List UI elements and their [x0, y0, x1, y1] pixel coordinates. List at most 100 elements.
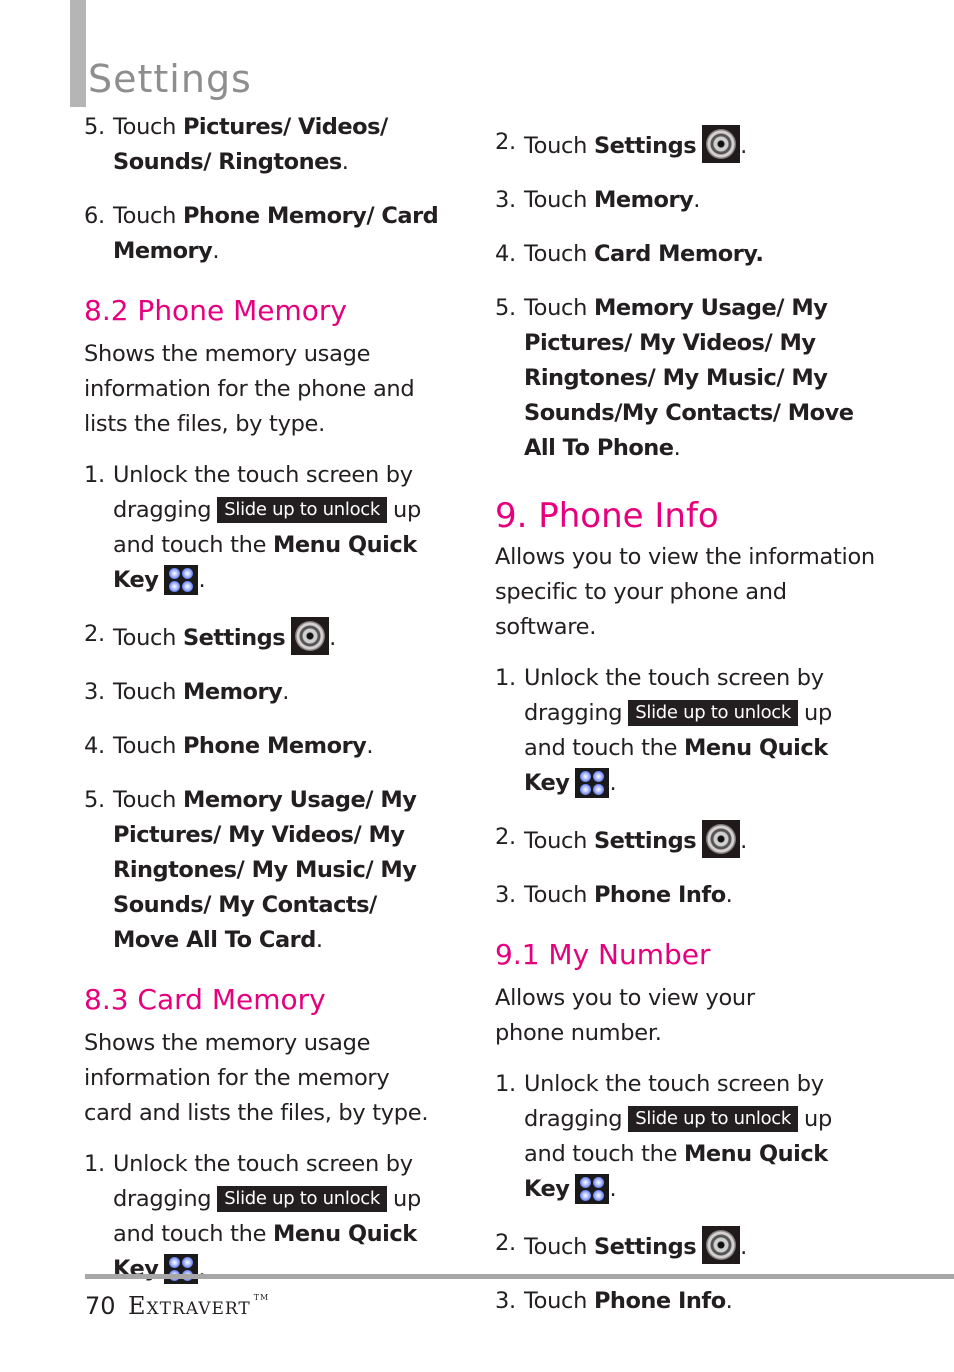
section-tab-bar — [70, 0, 86, 107]
step-text: Touch — [524, 187, 594, 213]
step-text: Touch — [524, 882, 594, 908]
step-text: Touch — [113, 679, 183, 705]
heading-phone-info: 9. Phone Info — [495, 496, 719, 536]
step-number: 6. — [84, 203, 105, 229]
step: 2. Touch Settings. — [84, 617, 464, 656]
menu-path: Settings — [182, 625, 286, 651]
step: 1. Unlock the touch screen by dragging Sli… — [84, 1147, 464, 1287]
step-text: Touch — [524, 133, 594, 159]
heading-my-number: 9.1 My Number — [495, 938, 711, 971]
step: 2. Touch Settings. — [495, 125, 875, 164]
brand-name: Extravert TM — [128, 1292, 269, 1320]
punct: . — [673, 435, 681, 461]
step-number: 5. — [84, 787, 105, 813]
slide-to-unlock-badge: Slide up to unlock — [217, 1186, 388, 1212]
step: 1. Unlock the touch screen by dragging Sli… — [495, 661, 875, 801]
slide-to-unlock-badge: Slide up to unlock — [628, 700, 799, 726]
punct: . — [609, 1176, 617, 1202]
step-text: Touch — [524, 1234, 594, 1260]
step-text: Touch — [113, 733, 183, 759]
step-number: 3. — [495, 1288, 516, 1314]
step: 4. Touch Card Memory. — [495, 237, 875, 272]
punct: . — [609, 770, 617, 796]
step-number: 1. — [84, 462, 105, 488]
menu-quick-key-icon — [164, 565, 199, 595]
step-number: 2. — [84, 621, 105, 647]
step-number: 3. — [84, 679, 105, 705]
trademark-symbol: TM — [253, 1293, 270, 1302]
step: 2. Touch Settings. — [495, 1226, 875, 1265]
punct: . — [282, 679, 290, 705]
punct: . — [740, 1234, 748, 1260]
step-number: 2. — [495, 129, 516, 155]
menu-quick-key-icon — [575, 1174, 610, 1204]
right-column: 2. Touch Settings. 3. Touch Memory. 4. Touc… — [495, 125, 875, 1319]
punct: . — [740, 133, 748, 159]
step-number: 1. — [84, 1151, 105, 1177]
menu-quick-key-icon — [575, 768, 610, 798]
step-text: Touch — [524, 1288, 594, 1314]
slide-to-unlock-badge: Slide up to unlock — [217, 497, 388, 523]
punct: . — [329, 625, 337, 651]
step-number: 5. — [495, 295, 516, 321]
punct: . — [725, 882, 733, 908]
step: 1. Unlock the touch screen by dragging Sli… — [495, 1067, 875, 1207]
step: 5. Touch Memory Usage/ My Pictures/ My Vi… — [495, 291, 875, 466]
step-number: 3. — [495, 187, 516, 213]
punct: . — [725, 1288, 733, 1314]
step-text: Touch — [113, 114, 183, 140]
menu-path: Phone Memory — [182, 733, 367, 759]
menu-path: Phone Info — [593, 882, 726, 908]
step-number: 4. — [495, 241, 516, 267]
heading-phone-memory: 8.2 Phone Memory — [84, 294, 347, 327]
menu-path: Phone Info — [593, 1288, 726, 1314]
step-text: Touch — [113, 203, 183, 229]
punct: . — [198, 567, 206, 593]
settings-gear-icon — [702, 1226, 741, 1264]
step-text: Touch — [524, 241, 594, 267]
step: 3. Touch Memory. — [84, 675, 464, 710]
section-description: Shows the memory usage information for t… — [84, 1030, 429, 1126]
step: 3. Touch Phone Info. — [495, 878, 875, 913]
step: 1. Unlock the touch screen by dragging Sli… — [84, 458, 464, 598]
section-description: Shows the memory usage information for t… — [84, 341, 415, 437]
step-number: 5. — [84, 114, 105, 140]
section-description: Allows you to view the information speci… — [495, 544, 875, 640]
left-column: 5. Touch Pictures/ Videos/ Sounds/ Ringto… — [84, 110, 464, 1287]
page-title: Settings — [88, 57, 252, 102]
step: 4. Touch Phone Memory. — [84, 729, 464, 764]
menu-path: Memory — [182, 679, 283, 705]
menu-path: Settings — [593, 828, 697, 854]
punct: . — [693, 187, 701, 213]
step-text: Touch — [113, 787, 183, 813]
punct: . — [366, 733, 374, 759]
slide-to-unlock-badge: Slide up to unlock — [628, 1106, 799, 1132]
brand-text: Extravert — [128, 1292, 251, 1320]
step-text: Touch — [524, 828, 594, 854]
step-text: Touch — [524, 295, 594, 321]
step: 3. Touch Phone Info. — [495, 1284, 875, 1319]
step-number: 2. — [495, 824, 516, 850]
settings-gear-icon — [702, 820, 741, 858]
step-number: 4. — [84, 733, 105, 759]
menu-path: Card Memory. — [593, 241, 764, 267]
heading-card-memory: 8.3 Card Memory — [84, 983, 326, 1016]
menu-quick-key-icon — [164, 1254, 199, 1284]
menu-path: Memory — [593, 187, 694, 213]
footer-divider — [85, 1274, 954, 1279]
menu-path: Settings — [593, 1234, 697, 1260]
punct: . — [341, 149, 349, 175]
menu-path: Settings — [593, 133, 697, 159]
section-description: Allows you to view your phone number. — [495, 985, 755, 1046]
punct: . — [315, 927, 323, 953]
step-number: 1. — [495, 1071, 516, 1097]
step-text: Touch — [113, 625, 183, 651]
step: 5. Touch Pictures/ Videos/ Sounds/ Ringto… — [84, 110, 464, 180]
punct: . — [212, 238, 220, 264]
step: 2. Touch Settings. — [495, 820, 875, 859]
step-number: 1. — [495, 665, 516, 691]
settings-gear-icon — [702, 125, 741, 163]
step: 3. Touch Memory. — [495, 183, 875, 218]
punct: . — [740, 828, 748, 854]
step-number: 3. — [495, 882, 516, 908]
